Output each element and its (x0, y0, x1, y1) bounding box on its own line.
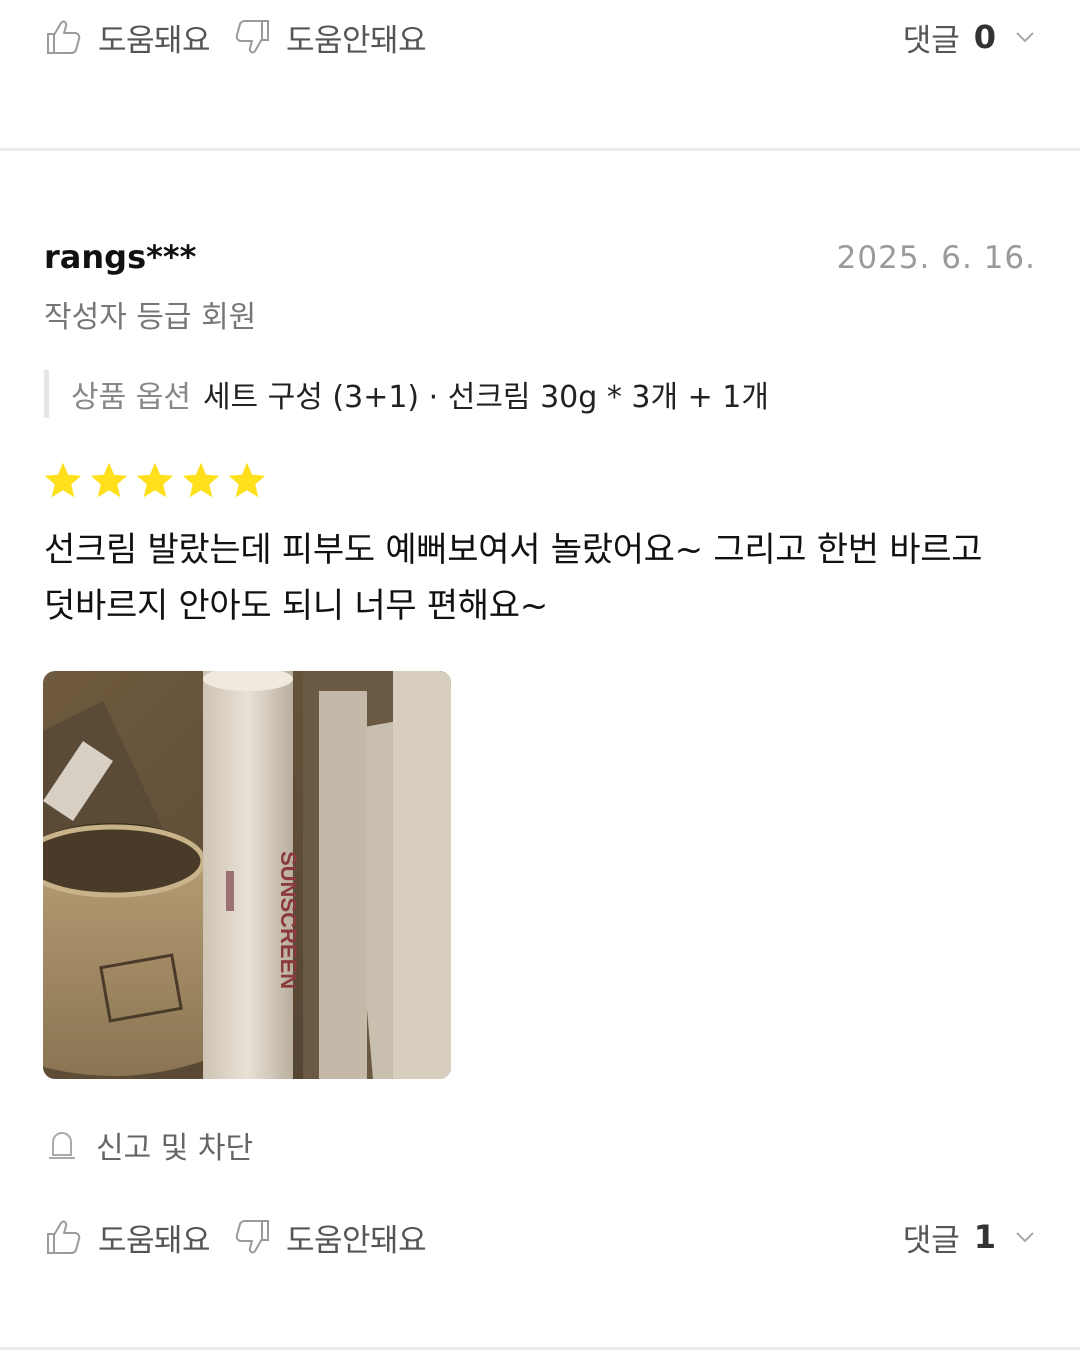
chevron-down-icon (1016, 32, 1034, 43)
reviewer-grade: 작성자 등급 회원 (44, 300, 257, 335)
not-helpful-button[interactable]: 도움안돼요 (232, 7, 427, 67)
review-divider (0, 1347, 1080, 1350)
not-helpful-label: 도움안돼요 (286, 22, 427, 59)
helpful-label: 도움돼요 (98, 1222, 211, 1259)
thumbs-up-icon (47, 20, 81, 54)
bottom-action-row: 도움돼요 도움안돼요 댓글 1 (0, 1207, 1080, 1267)
review-date: 2025. 6. 16. (836, 240, 1036, 276)
review-photo[interactable]: SUNSCREEN (43, 671, 451, 1079)
comments-toggle[interactable]: 댓글 0 (903, 7, 1036, 67)
product-photo-image: SUNSCREEN (43, 671, 451, 1079)
thumbs-up-icon (47, 1220, 81, 1254)
bell-icon (49, 1132, 75, 1159)
comments-label: 댓글 (902, 22, 960, 59)
review-text-line: 선크림 발랐는데 피부도 예뻐보여서 놀랐어요~ 그리고 한번 바르고 (44, 530, 983, 570)
photo-product-text: SUNSCREEN (276, 851, 301, 989)
not-helpful-button[interactable]: 도움안돼요 (232, 1207, 427, 1267)
review-text: 선크림 발랐는데 피부도 예뻐보여서 놀랐어요~ 그리고 한번 바르고 덧바르지… (44, 522, 1044, 634)
helpful-label: 도움돼요 (98, 22, 211, 59)
comments-count: 1 (973, 1218, 996, 1256)
thumbs-down-icon (235, 20, 269, 54)
report-block-button[interactable]: 신고 및 차단 (44, 1122, 253, 1168)
comments-count: 0 (973, 18, 996, 56)
helpful-button[interactable]: 도움돼요 (44, 7, 211, 67)
reviewer-name: rangs*** (44, 238, 197, 276)
star-icon (228, 462, 266, 498)
top-action-row: 도움돼요 도움안돼요 댓글 0 (0, 7, 1080, 67)
star-icon (44, 462, 82, 498)
helpful-button[interactable]: 도움돼요 (44, 1207, 211, 1267)
review-divider (0, 148, 1080, 151)
not-helpful-label: 도움안돼요 (286, 1222, 427, 1259)
report-label: 신고 및 차단 (96, 1131, 254, 1166)
option-label: 상품 옵션 (71, 380, 191, 415)
chevron-down-icon (1016, 1232, 1034, 1243)
star-icon (136, 462, 174, 498)
comments-toggle[interactable]: 댓글 1 (903, 1207, 1036, 1267)
comments-label: 댓글 (902, 1222, 960, 1259)
star-icon (182, 462, 220, 498)
thumbs-down-icon (235, 1220, 269, 1254)
review-text-line: 덧바르지 안아도 되니 너무 편해요~ (44, 586, 548, 626)
option-value: 세트 구성 (3+1) · 선크림 30g * 3개 + 1개 (202, 380, 769, 415)
product-option: 상품 옵션 세트 구성 (3+1) · 선크림 30g * 3개 + 1개 (44, 370, 769, 418)
star-icon (90, 462, 128, 498)
star-rating (42, 460, 268, 502)
